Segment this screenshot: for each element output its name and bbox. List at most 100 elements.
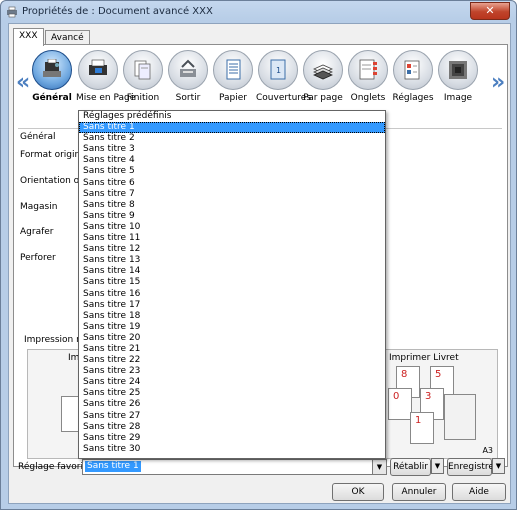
dropdown-option[interactable]: Sans titre 5: [79, 166, 385, 177]
per-page-icon: [313, 64, 333, 80]
dropdown-option[interactable]: Sans titre 25: [79, 388, 385, 399]
image-icon: [449, 61, 467, 79]
dropdown-option[interactable]: Sans titre 30: [79, 444, 385, 455]
ok-label: OK: [351, 487, 365, 497]
chevron-down-icon[interactable]: ▼: [372, 460, 386, 474]
finishing-icon: [134, 60, 151, 80]
perforer-label: Perforer: [20, 253, 56, 263]
toolbar-item-per-page[interactable]: Par page: [301, 50, 345, 103]
toolbar-item-label: Couvertures: [256, 93, 312, 103]
output-icon: [180, 59, 196, 77]
covers-icon: 1: [270, 59, 286, 80]
dropdown-option[interactable]: Sans titre 24: [79, 377, 385, 388]
tab-xxx-label: XXX: [19, 31, 38, 41]
save-menu-button[interactable]: ▼: [492, 458, 505, 474]
save-label: Enregistrer: [448, 462, 498, 472]
dropdown-option[interactable]: Sans titre 17: [79, 300, 385, 311]
booklet-stack-icon: [444, 394, 476, 440]
save-button[interactable]: Enregistrer: [447, 458, 498, 476]
dropdown-option[interactable]: Sans titre 1: [79, 122, 385, 134]
toolbar-item-output[interactable]: Sortir: [166, 50, 210, 103]
printer-icon: [7, 6, 17, 18]
dropdown-option[interactable]: Sans titre 12: [79, 244, 385, 255]
general-icon: [43, 59, 61, 77]
toolbar-item-settings[interactable]: Réglages: [391, 50, 435, 103]
booklet-title: Imprimer Livret: [389, 353, 459, 363]
help-button[interactable]: Aide: [452, 483, 506, 501]
close-button[interactable]: ✕: [470, 2, 510, 20]
help-label: Aide: [469, 487, 489, 497]
layout-icon: [89, 59, 107, 75]
dropdown-option[interactable]: Sans titre 7: [79, 189, 385, 200]
dropdown-option[interactable]: Sans titre 14: [79, 266, 385, 277]
toolbar-item-label: Image: [443, 93, 473, 103]
toolbar-item-label: Général: [32, 93, 72, 103]
dropdown-option[interactable]: Sans titre 13: [79, 255, 385, 266]
toolbar-item-covers[interactable]: 1 Couvertures: [256, 50, 312, 103]
dropdown-option[interactable]: Sans titre 2: [79, 133, 385, 144]
scroll-right-button[interactable]: »: [491, 70, 505, 95]
toolbar-item-image[interactable]: Image: [436, 50, 480, 103]
toolbar-item-label: Par page: [303, 93, 343, 103]
cancel-label: Annuler: [401, 487, 437, 497]
booklet-page-icon: 1: [410, 412, 434, 444]
favorite-label: Réglage favori: [18, 462, 83, 472]
dropdown-option[interactable]: Sans titre 21: [79, 344, 385, 355]
toolbar-item-general[interactable]: Général: [30, 50, 74, 103]
toolbar-item-label: Onglets: [350, 93, 386, 103]
dropdown-option[interactable]: Sans titre 8: [79, 200, 385, 211]
restore-label: Rétablir: [393, 462, 428, 472]
toolbar-item-paper[interactable]: Papier: [211, 50, 255, 103]
dropdown-option[interactable]: Sans titre 22: [79, 355, 385, 366]
dropdown-option[interactable]: Sans titre 3: [79, 144, 385, 155]
tab-avance[interactable]: Avancé: [45, 30, 90, 45]
dropdown-option[interactable]: Sans titre 26: [79, 399, 385, 410]
dropdown-option[interactable]: Sans titre 23: [79, 366, 385, 377]
dropdown-option[interactable]: Sans titre 6: [79, 178, 385, 189]
dropdown-header: Réglages prédéfinis: [83, 111, 172, 121]
dropdown-option[interactable]: Sans titre 4: [79, 155, 385, 166]
agrafer-label: Agrafer: [20, 227, 54, 237]
dropdown-option[interactable]: Sans titre 19: [79, 322, 385, 333]
dropdown-option[interactable]: Sans titre 27: [79, 411, 385, 422]
toolbar-item-label: Sortir: [175, 93, 201, 103]
title-bar: Propriétés de : Document avancé XXX ✕: [1, 1, 516, 23]
toolbar-item-label: Finition: [126, 93, 160, 103]
presets-dropdown-list[interactable]: Réglages prédéfinis Sans titre 1 Sans tit…: [78, 110, 386, 459]
toolbar-item-layout[interactable]: Mise en Page: [76, 50, 136, 103]
toolbar-item-tabs[interactable]: Onglets: [346, 50, 390, 103]
cancel-button[interactable]: Annuler: [392, 483, 446, 501]
favorite-value: Sans titre 1: [85, 461, 141, 472]
settings-icon: [404, 60, 420, 80]
close-icon: ✕: [485, 4, 495, 17]
dropdown-option[interactable]: Sans titre 11: [79, 233, 385, 244]
restore-menu-button[interactable]: ▼: [431, 458, 444, 474]
dropdown-option[interactable]: Sans titre 10: [79, 222, 385, 233]
toolbar-item-label: Mise en Page: [76, 93, 136, 103]
tab-avance-label: Avancé: [51, 33, 84, 43]
general-section-label: Général: [20, 132, 56, 142]
quick-print-booklet-pane[interactable]: Imprimer Livret 8 5 0 3 1 A3: [383, 349, 498, 459]
toolbar-item-label: Papier: [219, 93, 247, 103]
restore-button[interactable]: Rétablir: [390, 458, 431, 476]
dropdown-option[interactable]: Sans titre 16: [79, 289, 385, 300]
scroll-left-button[interactable]: «: [16, 70, 30, 95]
paper-size-label: A3: [482, 446, 493, 455]
dropdown-option[interactable]: Sans titre 29: [79, 433, 385, 444]
window-title: Propriétés de : Document avancé XXX: [22, 6, 213, 17]
tab-xxx[interactable]: XXX: [13, 28, 44, 46]
toolbar-item-label: Réglages: [392, 93, 434, 103]
dropdown-option[interactable]: Sans titre 9: [79, 211, 385, 222]
favorite-combo[interactable]: Sans titre 1 ▼: [82, 459, 387, 475]
toolbar-item-finishing[interactable]: Finition: [121, 50, 165, 103]
dropdown-option[interactable]: Sans titre 18: [79, 311, 385, 322]
dropdown-option[interactable]: Sans titre 28: [79, 422, 385, 433]
booklet-page-icon: 0: [388, 388, 412, 420]
dropdown-option[interactable]: Sans titre 20: [79, 333, 385, 344]
ok-button[interactable]: OK: [332, 483, 384, 501]
tabs-icon: [359, 59, 377, 80]
paper-icon: [226, 59, 241, 80]
dropdown-option[interactable]: Sans titre 15: [79, 277, 385, 288]
magasin-label: Magasin: [20, 202, 58, 212]
svg-text:1: 1: [276, 66, 281, 75]
